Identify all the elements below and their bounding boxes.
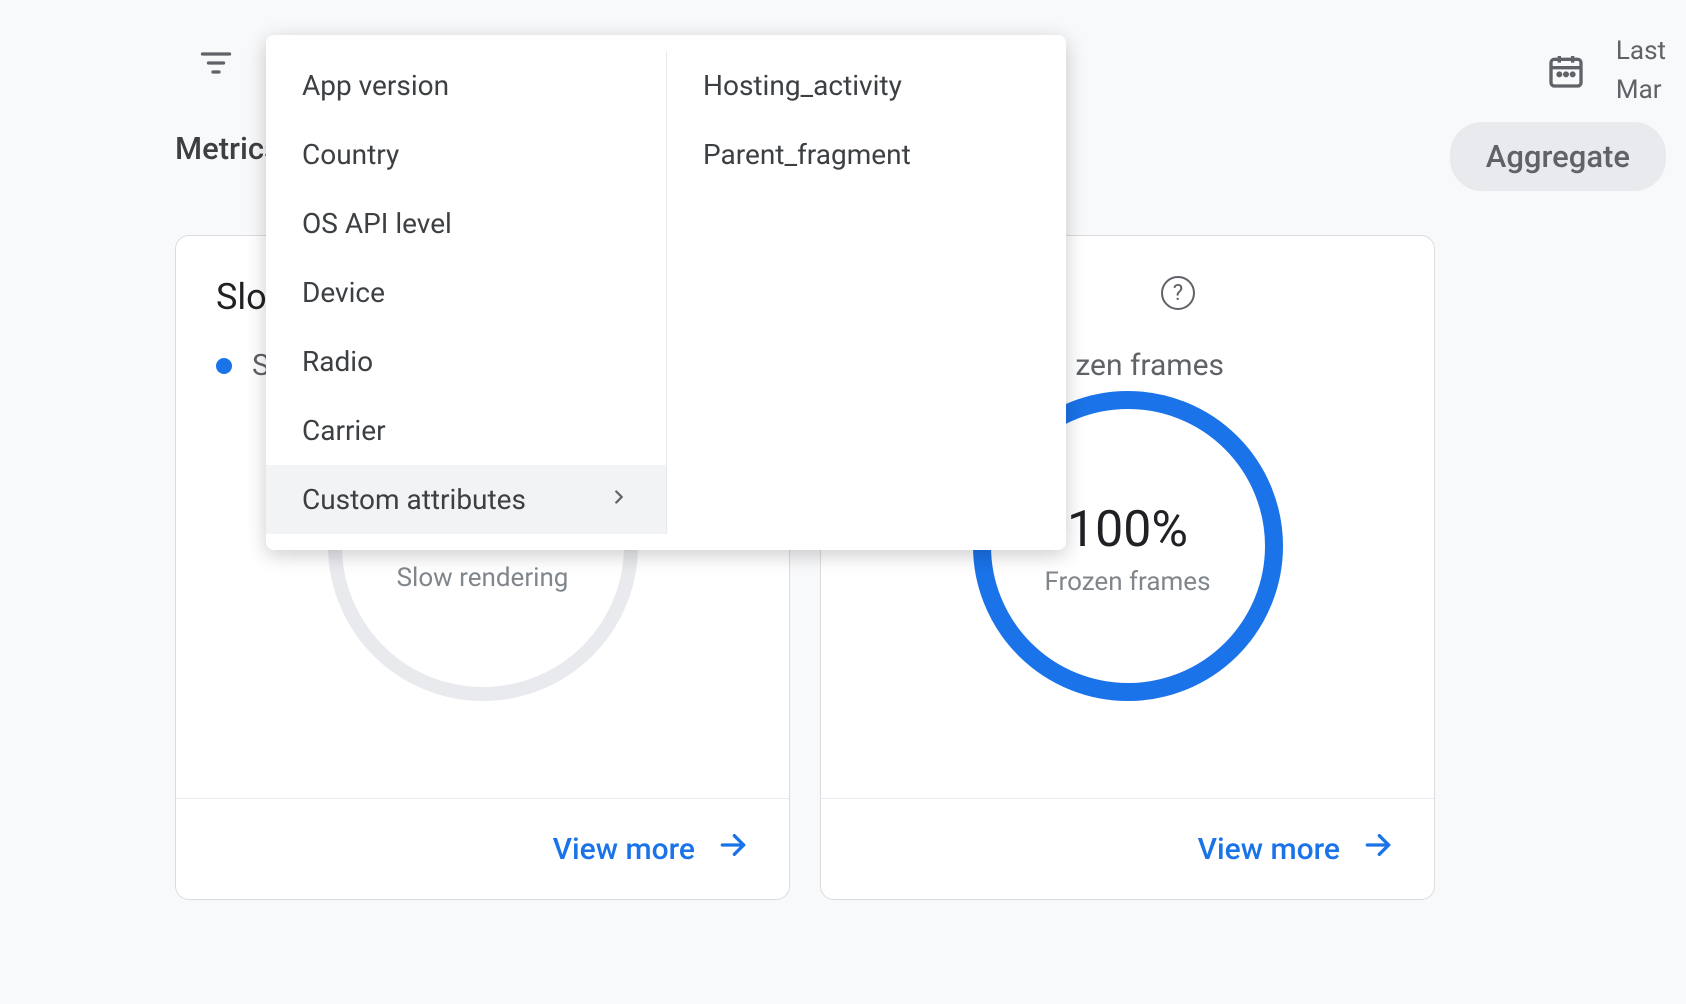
divider (176, 798, 789, 799)
menu-item-parent-fragment[interactable]: Parent_fragment (667, 120, 1066, 189)
menu-item-radio[interactable]: Radio (266, 327, 666, 396)
menu-column-primary: App version Country OS API level Device … (266, 51, 666, 534)
menu-item-custom-attributes[interactable]: Custom attributes (266, 465, 666, 534)
calendar-icon (1546, 51, 1586, 91)
gauge-label: Slow rendering (342, 563, 624, 593)
arrow-right-icon (1362, 829, 1394, 869)
filter-icon[interactable] (198, 45, 234, 81)
menu-item-carrier[interactable]: Carrier (266, 396, 666, 465)
date-range-text: Last Mar (1616, 32, 1666, 110)
aggregate-toggle[interactable]: Aggregate (1450, 122, 1666, 191)
legend-label: zen frames (1075, 348, 1224, 383)
menu-item-os-api-level[interactable]: OS API level (266, 189, 666, 258)
menu-item-hosting-activity[interactable]: Hosting_activity (667, 51, 1066, 120)
legend-dot-icon (216, 358, 232, 374)
menu-item-country[interactable]: Country (266, 120, 666, 189)
gauge-label: Frozen frames (991, 567, 1265, 597)
menu-item-label: Custom attributes (302, 483, 526, 516)
arrow-right-icon (717, 829, 749, 869)
menu-column-submenu: Hosting_activity Parent_fragment (666, 51, 1066, 534)
date-range-picker[interactable]: Last Mar (1546, 32, 1666, 110)
help-icon[interactable]: ? (1161, 276, 1195, 310)
metrics-heading: Metrics (175, 130, 280, 167)
divider (821, 798, 1434, 799)
view-more-label: View more (1198, 832, 1340, 867)
card-legend: zen frames (1075, 348, 1224, 383)
menu-item-app-version[interactable]: App version (266, 51, 666, 120)
view-more-link[interactable]: View more (553, 829, 749, 869)
menu-item-device[interactable]: Device (266, 258, 666, 327)
filter-attribute-menu: App version Country OS API level Device … (266, 35, 1066, 550)
view-more-link[interactable]: View more (1198, 829, 1394, 869)
view-more-label: View more (553, 832, 695, 867)
chevron-right-icon (608, 486, 630, 514)
